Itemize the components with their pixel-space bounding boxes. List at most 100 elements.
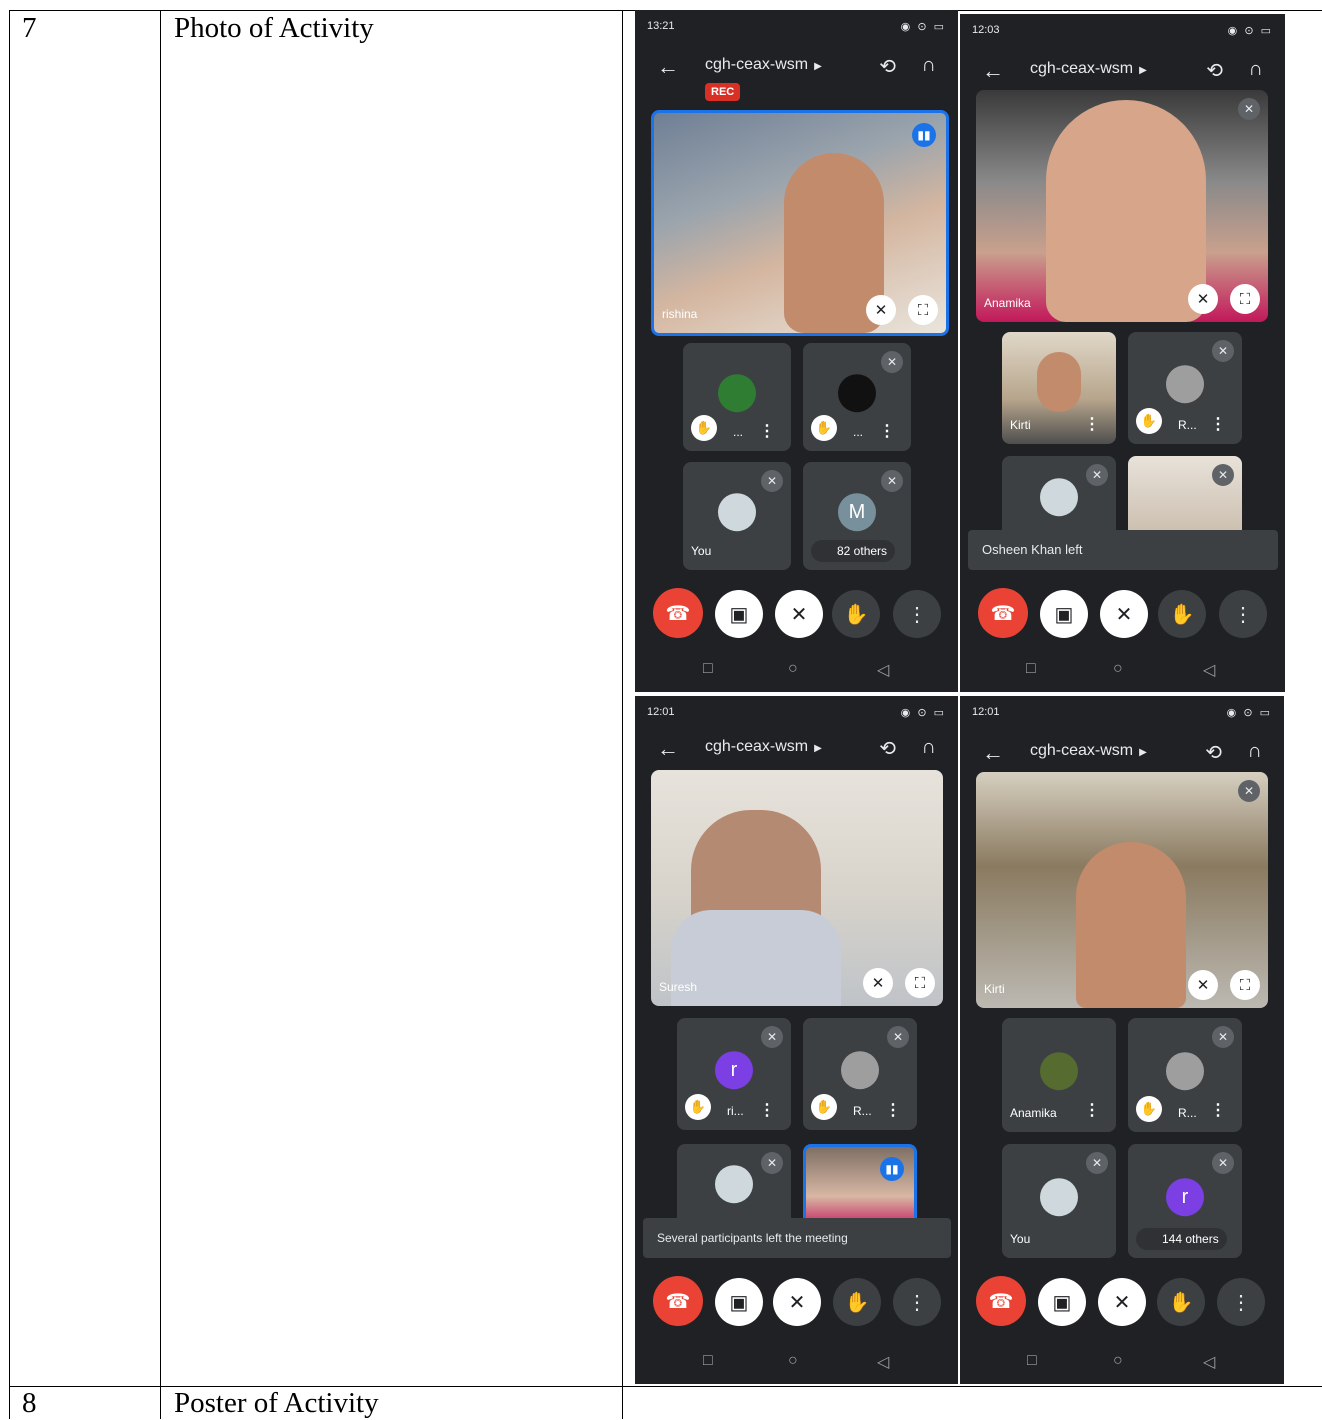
home-icon[interactable]: ○ (1113, 1352, 1123, 1370)
participant-tile-others[interactable]: ✕ r 144 others (1128, 1144, 1242, 1258)
switch-camera-icon[interactable]: ⟲ (1206, 58, 1223, 83)
switch-camera-icon[interactable]: ⟲ (879, 736, 896, 761)
meeting-title[interactable]: cgh-ceax-wsm ▶ (705, 56, 822, 74)
raise-hand-button[interactable]: ✋ (1158, 590, 1206, 638)
home-icon[interactable]: ○ (788, 1352, 798, 1370)
raise-hand-button[interactable]: ✋ (833, 1278, 881, 1326)
mic-off-icon: ✕ (1212, 340, 1234, 362)
notification-toast: Osheen Khan left (968, 530, 1278, 570)
main-video-tile[interactable]: ▮▮ rishina ✕ ⛶ (651, 110, 949, 336)
home-icon[interactable]: ○ (788, 660, 798, 678)
more-options-icon[interactable]: ⋮ (759, 1100, 775, 1120)
more-options-button[interactable]: ⋮ (893, 1278, 941, 1326)
others-count: 144 others (1136, 1228, 1227, 1250)
participant-tile-2[interactable]: ✕ ✋ ... ⋮ (803, 343, 911, 451)
more-options-icon[interactable]: ⋮ (1210, 1100, 1226, 1120)
table-col-divider-2 (622, 10, 623, 1419)
status-time: 12:03 (972, 24, 1000, 36)
participant-tile-others[interactable]: ✕ M 82 others (803, 462, 911, 570)
back-arrow-icon[interactable]: ← (982, 740, 1004, 766)
participant-tile-1[interactable]: Anamika ⋮ (1002, 1018, 1116, 1132)
meeting-title[interactable]: cgh-ceax-wsm ▶ (1030, 60, 1147, 78)
mic-off-icon: ✕ (761, 1152, 783, 1174)
android-nav-bar: □ ○ ◁ (960, 1348, 1284, 1378)
mic-off-button[interactable]: ✕ (773, 1278, 821, 1326)
fullscreen-icon[interactable]: ⛶ (905, 968, 935, 998)
back-arrow-icon[interactable]: ← (657, 736, 679, 762)
camera-off-button[interactable]: ▣ (715, 590, 763, 638)
more-options-icon[interactable]: ⋮ (1084, 414, 1100, 434)
more-options-icon[interactable]: ⋮ (1210, 414, 1226, 434)
mic-off-icon: ✕ (863, 968, 893, 998)
recents-icon[interactable]: □ (1027, 1352, 1037, 1370)
meeting-title[interactable]: cgh-ceax-wsm ▶ (1030, 742, 1147, 760)
raise-hand-button[interactable]: ✋ (832, 590, 880, 638)
participant-tile-2[interactable]: ✕ ✋ R... ⋮ (1128, 1018, 1242, 1132)
row-8-number: 8 (22, 1387, 37, 1419)
mic-off-button[interactable]: ✕ (1100, 590, 1148, 638)
avatar (1040, 1052, 1078, 1091)
more-options-icon[interactable]: ⋮ (885, 1100, 901, 1120)
mic-off-button[interactable]: ✕ (1098, 1278, 1146, 1326)
back-icon[interactable]: ◁ (1203, 660, 1215, 680)
main-video-tile[interactable]: ✕ Kirti ✕ ⛶ (976, 772, 1268, 1008)
camera-off-button[interactable]: ▣ (1038, 1278, 1086, 1326)
more-options-icon[interactable]: ⋮ (879, 421, 895, 441)
row-7-number: 7 (22, 12, 37, 44)
back-arrow-icon[interactable]: ← (982, 58, 1004, 84)
tile-name: ... (853, 425, 864, 439)
recents-icon[interactable]: □ (703, 660, 713, 678)
headphones-icon[interactable]: ∩ (922, 736, 936, 759)
tile-name: ri... (727, 1104, 744, 1118)
more-options-button[interactable]: ⋮ (893, 590, 941, 638)
participant-tile-2[interactable]: ✕ ✋ R... ⋮ (803, 1018, 917, 1130)
fullscreen-icon[interactable]: ⛶ (908, 295, 938, 325)
hand-raised-icon: ✋ (1136, 1096, 1162, 1122)
recents-icon[interactable]: □ (703, 1352, 713, 1370)
video-participant-shape (1046, 100, 1206, 322)
mic-off-button[interactable]: ✕ (775, 590, 823, 638)
home-icon[interactable]: ○ (1113, 660, 1123, 678)
participant-tile-you[interactable]: ✕ You (683, 462, 791, 570)
headphones-icon[interactable]: ∩ (1249, 58, 1263, 81)
raise-hand-button[interactable]: ✋ (1157, 1278, 1205, 1326)
participant-tile-1[interactable]: Kirti ⋮ (1002, 332, 1116, 444)
participant-tile-1[interactable]: ✕ r ✋ ri... ⋮ (677, 1018, 791, 1130)
camera-off-button[interactable]: ▣ (1040, 590, 1088, 638)
meeting-title[interactable]: cgh-ceax-wsm ▶ (705, 738, 822, 756)
end-call-button[interactable]: ☎ (653, 1276, 703, 1326)
tile-name: R... (853, 1104, 872, 1118)
participant-tile-2[interactable]: ✕ ✋ R... ⋮ (1128, 332, 1242, 444)
main-video-tile[interactable]: Suresh ✕ ⛶ (651, 770, 943, 1006)
headphones-icon[interactable]: ∩ (1248, 740, 1262, 763)
camera-off-button[interactable]: ▣ (715, 1278, 763, 1326)
more-options-button[interactable]: ⋮ (1217, 1278, 1265, 1326)
main-tile-name: Suresh (659, 980, 698, 994)
back-arrow-icon[interactable]: ← (657, 54, 679, 80)
hand-raised-icon: ✋ (811, 415, 837, 441)
switch-camera-icon[interactable]: ⟲ (879, 54, 896, 79)
back-icon[interactable]: ◁ (1203, 1352, 1215, 1372)
participant-tile-1[interactable]: ✋ ... ⋮ (683, 343, 791, 451)
switch-camera-icon[interactable]: ⟲ (1205, 740, 1222, 765)
end-call-button[interactable]: ☎ (978, 588, 1028, 638)
more-options-icon[interactable]: ⋮ (759, 421, 775, 441)
participant-tile-you[interactable]: ✕ You (1002, 1144, 1116, 1258)
more-options-icon[interactable]: ⋮ (1084, 1100, 1100, 1120)
back-icon[interactable]: ◁ (877, 1352, 889, 1372)
back-icon[interactable]: ◁ (877, 660, 889, 680)
status-bar: 12:03 ◉ ⊙ ▭ (972, 24, 1273, 40)
fullscreen-icon[interactable]: ⛶ (1230, 970, 1260, 1000)
end-call-button[interactable]: ☎ (653, 588, 703, 638)
recents-icon[interactable]: □ (1026, 660, 1036, 678)
more-options-button[interactable]: ⋮ (1219, 590, 1267, 638)
hand-raised-icon: ✋ (811, 1094, 837, 1120)
fullscreen-icon[interactable]: ⛶ (1230, 284, 1260, 314)
status-time: 13:21 (647, 20, 675, 32)
meet-screenshot-4: 12:01 ◉ ⊙ ▭ ← cgh-ceax-wsm ▶ ⟲ ∩ ✕ Kirti … (960, 696, 1284, 1384)
headphones-icon[interactable]: ∩ (922, 54, 936, 77)
end-call-button[interactable]: ☎ (976, 1276, 1026, 1326)
main-video-tile[interactable]: ✕ Anamika ✕ ⛶ (976, 90, 1268, 322)
mic-off-icon: ✕ (1188, 284, 1218, 314)
avatar (718, 374, 756, 413)
